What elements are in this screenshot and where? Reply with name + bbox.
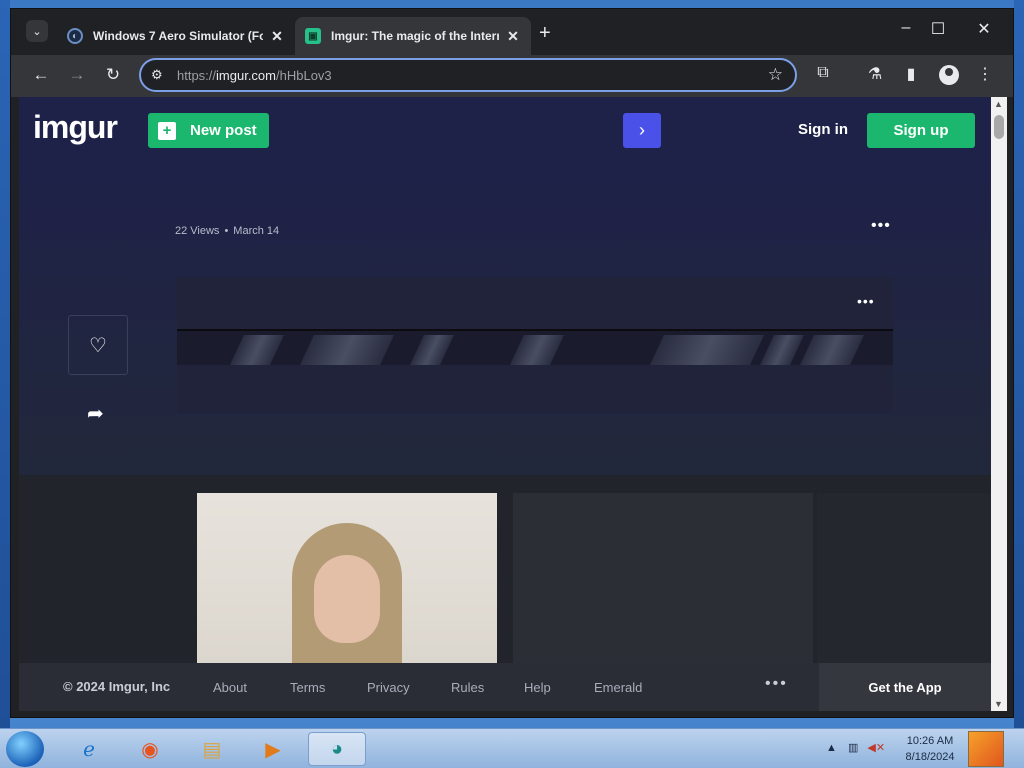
view-count: 22 Views (175, 225, 220, 237)
new-post-label: New post (190, 122, 257, 139)
heart-icon: ♡ (89, 334, 107, 357)
tray-expand-icon[interactable]: ▲ (826, 742, 837, 754)
scroll-down-icon[interactable]: ▼ (994, 699, 1003, 709)
internet-explorer-icon[interactable]: ℯ (72, 732, 106, 766)
browser-window: ⌄ ◐ Windows 7 Aero Simulator (Fo ✕ ▣ Img… (10, 8, 1014, 718)
footer-link-privacy[interactable]: Privacy (367, 680, 410, 695)
windows-taskbar: ℯ ◉ ▤ ▶ ◕ ▲ ▥ ◀✕ 10:26 AM 8/18/2024 (0, 728, 1024, 768)
scroll-up-icon[interactable]: ▲ (994, 99, 1003, 109)
bookmark-star-icon[interactable]: ☆ (768, 65, 783, 85)
imgur-footer: © 2024 Imgur, Inc About Terms Privacy Ru… (19, 663, 991, 711)
tab-title: Windows 7 Aero Simulator (Fo (93, 29, 263, 43)
maximize-icon[interactable]: ☐ (923, 19, 953, 39)
scrollbar-thumb[interactable] (994, 115, 1004, 139)
imgur-header: imgur + New post › Sign in Sign up (19, 97, 991, 165)
plus-icon: + (158, 121, 176, 140)
forward-icon[interactable]: → (65, 65, 89, 85)
next-post-button[interactable]: › (623, 113, 661, 148)
copyright-text: © 2024 Imgur, Inc (63, 679, 171, 694)
share-icon[interactable]: ➦ (87, 401, 104, 426)
media-player-icon[interactable]: ▶ (256, 732, 290, 766)
imgur-logo[interactable]: imgur (33, 109, 118, 146)
address-bar[interactable]: ⚙ https://imgur.com/hHbLov3 ☆ (139, 58, 797, 92)
footer-link-terms[interactable]: Terms (290, 680, 325, 695)
clock[interactable]: 10:26 AM 8/18/2024 (896, 733, 964, 765)
browser-taskbar-icon[interactable]: ◕ (308, 732, 366, 766)
show-desktop-button[interactable] (968, 731, 1004, 767)
back-icon[interactable]: ← (29, 65, 53, 85)
tab-title: Imgur: The magic of the Intern (331, 29, 499, 43)
close-window-icon[interactable]: ✕ (969, 19, 999, 39)
media-loading-strip (177, 329, 893, 365)
extensions-icon[interactable]: ⧉ (811, 64, 835, 82)
network-icon[interactable]: ▥ (848, 742, 858, 754)
menu-kebab-icon[interactable]: ⋮ (973, 64, 997, 84)
new-post-button[interactable]: + New post (148, 113, 269, 148)
clock-date: 8/18/2024 (905, 751, 955, 763)
page-scrollbar[interactable]: ▲ ▼ (991, 97, 1007, 711)
reload-icon[interactable]: ↻ (101, 65, 125, 85)
tab-imgur[interactable]: ▣ Imgur: The magic of the Intern ✕ (295, 17, 531, 55)
tab-strip: ⌄ ◐ Windows 7 Aero Simulator (Fo ✕ ▣ Img… (11, 9, 1013, 55)
folder-icon[interactable]: ▤ (195, 732, 229, 766)
get-the-app-button[interactable]: Get the App (819, 663, 991, 711)
url-text[interactable]: https://imgur.com/hHbLov3 (177, 68, 332, 83)
imgur-favicon-icon: ▣ (305, 28, 321, 44)
footer-link-rules[interactable]: Rules (451, 680, 484, 695)
system-tray: ▲ ▥ ◀✕ (826, 741, 885, 754)
post-date: March 14 (233, 225, 280, 237)
tab-windows7-simulator[interactable]: ◐ Windows 7 Aero Simulator (Fo ✕ (57, 17, 295, 55)
profile-avatar-icon[interactable] (939, 65, 959, 85)
sign-up-button[interactable]: Sign up (867, 113, 975, 148)
media-options-icon[interactable]: ••• (857, 293, 875, 309)
tab-close-icon[interactable]: ✕ (269, 28, 285, 45)
minimize-icon[interactable]: – (891, 19, 921, 37)
firefox-icon[interactable]: ◉ (133, 732, 167, 766)
side-panel-icon[interactable]: ▮ (899, 64, 923, 84)
browser-toolbar: ← → ↻ ⚙ https://imgur.com/hHbLov3 ☆ ⧉ ⚗ … (11, 55, 1013, 97)
footer-link-about[interactable]: About (213, 680, 247, 695)
desktop-background-right (1014, 0, 1024, 728)
post-options-icon[interactable]: ••• (871, 217, 891, 235)
footer-more-icon[interactable]: ••• (765, 675, 788, 693)
like-button[interactable]: ♡ (68, 315, 128, 375)
post-meta: 22 Views • March 14 (175, 225, 280, 237)
start-button[interactable] (6, 731, 44, 767)
volume-muted-icon[interactable]: ◀✕ (867, 742, 885, 754)
post-area: 22 Views • March 14 ••• ♡ ➦ ••• (19, 165, 991, 475)
tab-search-icon[interactable]: ⌄ (26, 20, 48, 42)
site-info-icon[interactable]: ⚙ (151, 67, 163, 83)
clock-time: 10:26 AM (906, 735, 954, 747)
sign-in-link[interactable]: Sign in (798, 121, 848, 138)
desktop-background-left (0, 0, 10, 728)
footer-link-emerald[interactable]: Emerald (594, 680, 642, 695)
post-media: ••• (177, 277, 893, 413)
new-tab-icon[interactable]: + (539, 22, 551, 45)
tab-close-icon[interactable]: ✕ (505, 28, 521, 45)
imgur-page: imgur + New post › Sign in Sign up 22 Vi… (19, 97, 991, 711)
windows-favicon-icon: ◐ (67, 28, 83, 44)
labs-flask-icon[interactable]: ⚗ (863, 64, 887, 84)
footer-link-help[interactable]: Help (524, 680, 551, 695)
